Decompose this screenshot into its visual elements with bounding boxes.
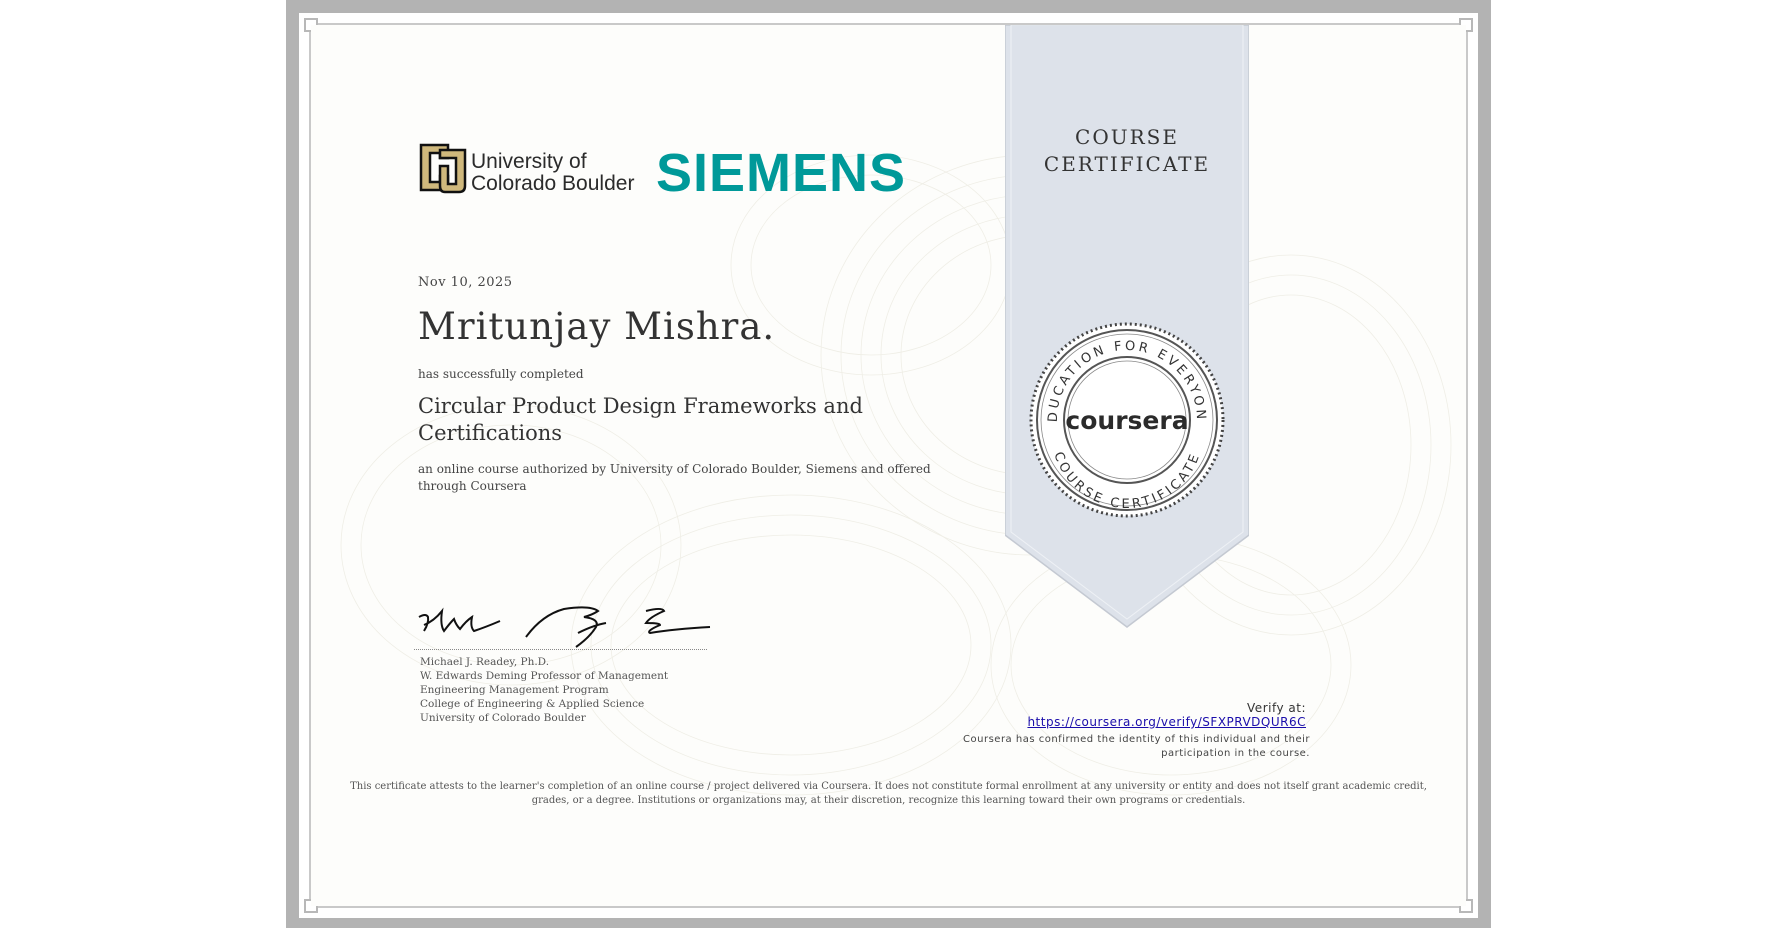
university-of-colorado-logo-icon	[419, 143, 467, 194]
signer-university: University of Colorado Boulder	[420, 712, 586, 724]
signature-image	[418, 606, 711, 648]
completed-text: has successfully completed	[418, 367, 584, 381]
certificate-disclaimer: This certificate attests to the learner'…	[350, 781, 1427, 806]
signature-line	[414, 649, 707, 650]
identity-confirmed-text: Coursera has confirmed the identity of t…	[963, 734, 1310, 759]
ribbon-title: COURSE CERTIFICATE	[1043, 125, 1211, 176]
coursera-seal-logo: coursera	[1065, 406, 1188, 435]
verify-label: Verify at:	[1247, 701, 1306, 715]
certificate-paper: University of Colorado Boulder SIEMENS N…	[311, 25, 1466, 906]
authorization-statement: an online course authorized by Universit…	[418, 462, 931, 493]
signer-college: College of Engineering & Applied Science	[420, 698, 645, 710]
completion-date: Nov 10, 2025	[418, 275, 513, 290]
signer-title: W. Edwards Deming Professor of Managemen…	[420, 670, 669, 682]
certificate-card: University of Colorado Boulder SIEMENS N…	[299, 13, 1478, 918]
course-title: Circular Product Design Frameworks and C…	[418, 394, 863, 445]
signer-program: Engineering Management Program	[420, 684, 609, 696]
siemens-logo: SIEMENS	[656, 143, 907, 203]
verification-block: Verify at: https://coursera.org/verify/S…	[901, 701, 1306, 729]
signer-name: Michael J. Readey, Ph.D.	[420, 656, 550, 668]
signer-block: Michael J. Readey, Ph.D. W. Edwards Demi…	[420, 655, 740, 725]
learner-name: Mritunjay Mishra.	[418, 305, 776, 348]
verify-link[interactable]: https://coursera.org/verify/SFXPRVDQUR6C	[1027, 715, 1306, 729]
certificate-border: University of Colorado Boulder SIEMENS N…	[286, 0, 1491, 928]
coursera-seal: EDUCATION FOR EVERYONE COURSE CERTIFICAT…	[1027, 320, 1225, 518]
university-logo-text: University of Colorado Boulder	[471, 150, 635, 195]
